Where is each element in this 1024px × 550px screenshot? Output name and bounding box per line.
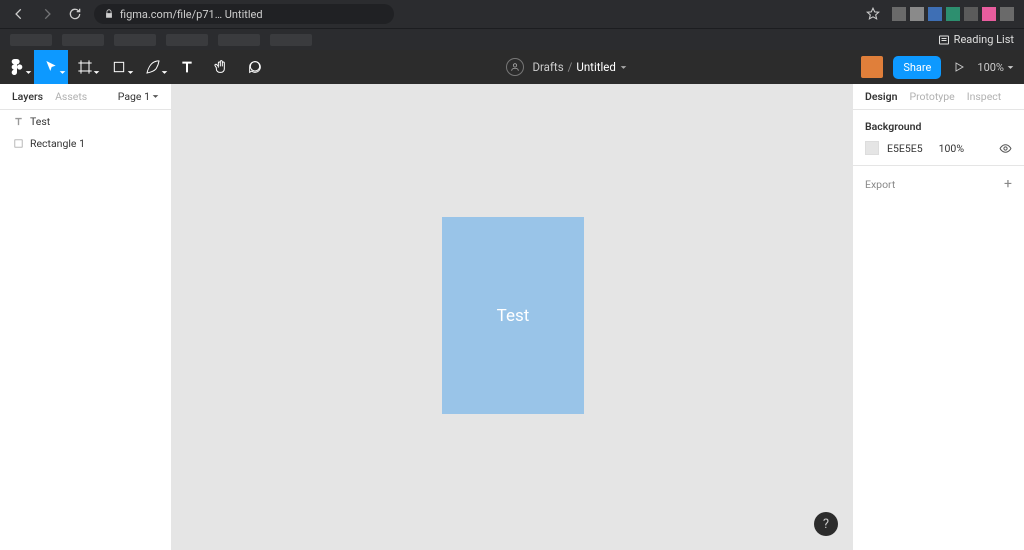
chevron-down-icon [93,61,100,80]
document-title: Untitled [576,60,616,74]
back-button[interactable] [10,5,28,23]
rectangle-shape[interactable]: Test [442,217,584,414]
reading-list-label: Reading List [954,33,1014,46]
right-panel-tabs: Design Prototype Inspect [853,84,1024,110]
reload-button[interactable] [66,5,84,23]
layer-row-text[interactable]: Test [0,110,171,132]
shape-tool-button[interactable] [102,50,136,84]
layer-row-rectangle[interactable]: Rectangle 1 [0,132,171,154]
chevron-down-icon [620,60,627,74]
lock-icon [104,9,114,19]
zoom-value: 100% [977,61,1004,74]
chevron-down-icon [59,61,66,80]
frame-layer-icon [12,137,24,149]
browser-chrome: figma.com/file/p71… Untitled [0,0,1024,28]
chevron-down-icon [25,61,32,80]
extension-icon[interactable] [928,7,942,21]
export-title: Export [865,178,895,191]
present-button[interactable] [953,61,965,73]
extension-icon[interactable] [946,7,960,21]
left-panel-tabs: Layers Assets Page 1 [0,84,171,110]
text-tool-button[interactable] [170,50,204,84]
chevron-down-icon [127,61,134,80]
help-button[interactable]: ? [814,512,838,536]
extension-icon[interactable] [1000,7,1014,21]
share-button[interactable]: Share [893,56,941,79]
left-panel: Layers Assets Page 1 Test Rectangle 1 [0,84,172,550]
chevron-down-icon [1007,61,1014,74]
reading-list-button[interactable]: Reading List [938,33,1014,46]
extension-icon[interactable] [892,7,906,21]
hand-tool-button[interactable] [204,50,238,84]
add-export-button[interactable]: + [1004,176,1012,192]
bookmark-item[interactable] [10,34,52,46]
user-avatar[interactable] [861,56,883,78]
canvas-text[interactable]: Test [497,306,530,326]
comment-tool-button[interactable] [238,50,272,84]
tab-inspect[interactable]: Inspect [967,90,1001,103]
extension-icon[interactable] [982,7,996,21]
pen-tool-button[interactable] [136,50,170,84]
breadcrumb-separator: / [568,60,573,74]
layer-name: Test [30,115,50,128]
bookmark-item[interactable] [270,34,312,46]
tab-layers[interactable]: Layers [12,90,43,103]
canvas[interactable]: Test ? [172,84,852,550]
visibility-toggle-icon[interactable] [999,142,1012,155]
chevron-down-icon [161,61,168,80]
text-layer-icon [12,115,24,127]
export-section: Export + [853,166,1024,202]
background-section: Background E5E5E5 100% [853,110,1024,166]
extension-icon[interactable] [910,7,924,21]
page-selector[interactable]: Page 1 [118,90,159,103]
menu-button[interactable] [0,50,34,84]
tab-assets[interactable]: Assets [55,90,87,103]
frame-tool-button[interactable] [68,50,102,84]
color-hex[interactable]: E5E5E5 [887,142,923,155]
main-area: Layers Assets Page 1 Test Rectangle 1 Te… [0,84,1024,550]
forward-button[interactable] [38,5,56,23]
move-tool-button[interactable] [34,50,68,84]
url-bar[interactable]: figma.com/file/p71… Untitled [94,4,394,24]
background-row[interactable]: E5E5E5 100% [865,141,1012,155]
color-opacity[interactable]: 100% [939,142,964,155]
background-title: Background [865,120,1012,133]
tab-design[interactable]: Design [865,90,897,103]
extension-icon[interactable] [964,7,978,21]
drafts-label: Drafts [532,60,563,74]
bookmarks-bar: Reading List [0,28,1024,50]
right-panel: Design Prototype Inspect Background E5E5… [852,84,1024,550]
bookmark-item[interactable] [62,34,104,46]
layer-name: Rectangle 1 [30,137,85,150]
chevron-down-icon [152,90,159,103]
url-text: figma.com/file/p71… Untitled [120,8,263,21]
bookmark-item[interactable] [166,34,208,46]
bookmark-item[interactable] [114,34,156,46]
color-swatch[interactable] [865,141,879,155]
share-label: Share [903,61,931,74]
document-title-area[interactable]: Drafts / Untitled [272,58,861,76]
zoom-control[interactable]: 100% [977,61,1014,74]
figma-toolbar: Drafts / Untitled Share 100% [0,50,1024,84]
help-label: ? [823,517,829,532]
user-avatar-icon [506,58,524,76]
bookmark-item[interactable] [218,34,260,46]
bookmark-star-icon[interactable] [866,7,880,21]
page-label: Page 1 [118,90,150,103]
tab-prototype[interactable]: Prototype [909,90,954,103]
